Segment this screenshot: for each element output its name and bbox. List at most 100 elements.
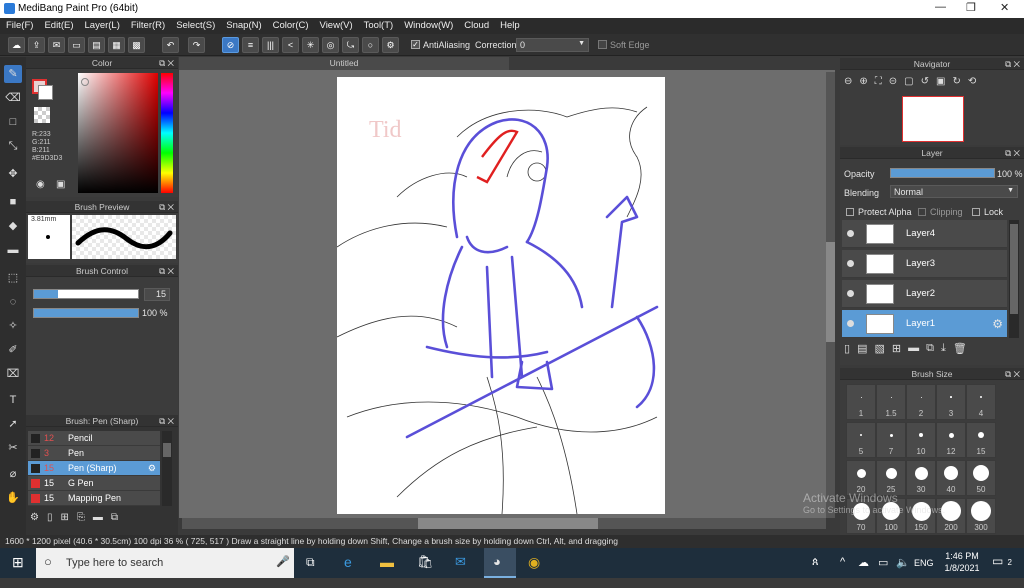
eraser-tool-icon[interactable]: ⌫: [4, 89, 22, 107]
background-color-swatch[interactable]: [38, 85, 53, 100]
rotate-right-icon[interactable]: ↻: [952, 76, 960, 92]
menu-snap[interactable]: Snap(N): [226, 18, 268, 34]
snap-off-icon[interactable]: ⊘: [222, 37, 239, 53]
brush-item-g-pen[interactable]: 15 G Pen: [28, 476, 160, 491]
document-icon[interactable]: ▤: [88, 37, 105, 53]
zoom-out-icon[interactable]: ⊖: [844, 76, 852, 92]
select-eraser-tool-icon[interactable]: ⌧: [4, 365, 22, 383]
cloud-icon[interactable]: ☁: [8, 37, 25, 53]
text-tool-icon[interactable]: T: [4, 391, 22, 409]
scroll-thumb[interactable]: [418, 518, 598, 529]
layout-icon[interactable]: ▦: [108, 37, 125, 53]
brush-size-option[interactable]: 7: [876, 422, 906, 458]
brush-size-option[interactable]: 300: [966, 498, 996, 534]
layer-row-3[interactable]: Layer3: [842, 250, 1007, 278]
brush-size-option[interactable]: 2: [906, 384, 936, 420]
divide-tool-icon[interactable]: ✂: [4, 439, 22, 457]
navigator-thumbnail[interactable]: [902, 96, 964, 142]
menu-select[interactable]: Select(S): [176, 18, 222, 34]
brush-tool-icon[interactable]: ✎: [4, 65, 22, 83]
snap-vertical-icon[interactable]: |||: [262, 37, 279, 53]
brush-item-mapping-pen[interactable]: 15 Mapping Pen: [28, 491, 160, 506]
panel-close-icon[interactable]: ⧉ ✕: [1005, 147, 1020, 159]
magic-wand-tool-icon[interactable]: ✧: [4, 317, 22, 335]
brush-size-option[interactable]: 50: [966, 460, 996, 496]
gear-icon[interactable]: ⚙: [148, 461, 156, 476]
clock[interactable]: 1:46 PM 1/8/2021: [940, 550, 984, 574]
panel-close-icon[interactable]: ⧉ ✕: [159, 201, 174, 213]
hand-tool-icon[interactable]: ✋: [4, 489, 22, 507]
folder-icon[interactable]: ▬: [93, 512, 103, 528]
menu-tool[interactable]: Tool(T): [364, 18, 401, 34]
clipping-checkbox[interactable]: [918, 208, 926, 216]
mail-icon[interactable]: ✉: [455, 554, 466, 584]
snap-curve-icon[interactable]: ⤿: [342, 37, 359, 53]
zoom-in-icon[interactable]: ⊕: [859, 76, 867, 92]
edge-icon[interactable]: e: [344, 554, 352, 584]
opacity-slider[interactable]: [33, 308, 139, 318]
fit-width-icon[interactable]: ▣: [936, 76, 945, 92]
layer-folder-icon[interactable]: ▬: [908, 342, 919, 358]
brush-list-scrollbar[interactable]: [162, 431, 172, 506]
layer-row-1[interactable]: Layer1 ⚙: [842, 310, 1007, 338]
menu-layer[interactable]: Layer(L): [85, 18, 127, 34]
new-layer-icon[interactable]: ▯: [844, 342, 850, 358]
taskbar-search-box[interactable]: ○ Type here to search 🎤: [36, 548, 294, 578]
battery-icon[interactable]: ▭: [878, 556, 888, 586]
dot-tool-icon[interactable]: ⤡: [4, 137, 22, 155]
menu-view[interactable]: View(V): [320, 18, 360, 34]
visibility-icon[interactable]: [847, 290, 854, 297]
notification-icon[interactable]: ▭ 2: [992, 554, 1012, 570]
panel-close-icon[interactable]: ⧉ ✕: [1005, 58, 1020, 70]
grid-icon[interactable]: ▩: [128, 37, 145, 53]
panel-close-icon[interactable]: ⧉ ✕: [1005, 368, 1020, 380]
add-layer-icon[interactable]: ⊞: [892, 342, 901, 358]
gradient-tool-icon[interactable]: ▬: [4, 241, 22, 259]
color-wheel-icon[interactable]: ◉: [36, 179, 50, 191]
snap-perspective-icon[interactable]: <: [282, 37, 299, 53]
correction-select[interactable]: 0 ▼: [516, 38, 589, 52]
zoom-minus-icon[interactable]: ⊝: [889, 76, 897, 92]
brush-item-pen-sharp[interactable]: 15 Pen (Sharp) ⚙: [28, 461, 160, 476]
task-view-icon[interactable]: ⧉: [306, 555, 315, 585]
snap-radial-icon[interactable]: ✳: [302, 37, 319, 53]
lock-checkbox[interactable]: [972, 208, 980, 216]
brush-size-option[interactable]: 1: [846, 384, 876, 420]
minimize-icon[interactable]: —: [935, 1, 946, 13]
new-brush-icon[interactable]: ▯: [47, 512, 53, 528]
fit-icon[interactable]: ⛶: [875, 76, 882, 92]
soft-edge-checkbox[interactable]: [598, 40, 607, 49]
rotate-left-icon[interactable]: ↺: [921, 76, 929, 92]
panel-close-icon[interactable]: ⧉ ✕: [159, 57, 174, 69]
menu-cloud[interactable]: Cloud: [464, 18, 496, 34]
lasso-tool-icon[interactable]: ◌: [4, 293, 22, 311]
new-8bit-layer-icon[interactable]: ▧: [874, 342, 884, 358]
snap-parallel-icon[interactable]: ≡: [242, 37, 259, 53]
canvas-paper[interactable]: Tid: [336, 77, 665, 515]
saturation-value-picker[interactable]: [78, 73, 158, 193]
brush-item-pen[interactable]: 3 Pen: [28, 446, 160, 461]
blending-select[interactable]: Normal ▼: [890, 185, 1018, 198]
snap-circle-icon[interactable]: ◎: [322, 37, 339, 53]
brush-size-slider[interactable]: [33, 289, 139, 299]
comment-icon[interactable]: ✉: [48, 37, 65, 53]
visibility-icon[interactable]: [847, 320, 854, 327]
layer-row-4[interactable]: Layer4: [842, 220, 1007, 248]
reset-icon[interactable]: ⟲: [968, 76, 976, 92]
brush-size-option[interactable]: 10: [906, 422, 936, 458]
add-brush-icon[interactable]: ⊞: [60, 512, 68, 528]
language-indicator[interactable]: ENG: [914, 558, 934, 588]
duplicate-layer-icon[interactable]: ⧉: [926, 342, 934, 358]
fill-rect-tool-icon[interactable]: ■: [4, 193, 22, 211]
scroll-thumb[interactable]: [163, 443, 171, 457]
menu-help[interactable]: Help: [500, 18, 527, 34]
maximize-icon[interactable]: ❐: [966, 1, 976, 14]
chrome-icon[interactable]: ◉: [528, 554, 540, 584]
protect-alpha-checkbox[interactable]: [846, 208, 854, 216]
scroll-thumb[interactable]: [1010, 224, 1018, 314]
brush-size-value[interactable]: 15: [144, 288, 170, 301]
chat-icon[interactable]: ▭: [68, 37, 85, 53]
snap-ellipse-icon[interactable]: ○: [362, 37, 379, 53]
chevron-up-icon[interactable]: ^: [840, 556, 845, 586]
color-palette-icon[interactable]: ▣: [56, 179, 70, 191]
